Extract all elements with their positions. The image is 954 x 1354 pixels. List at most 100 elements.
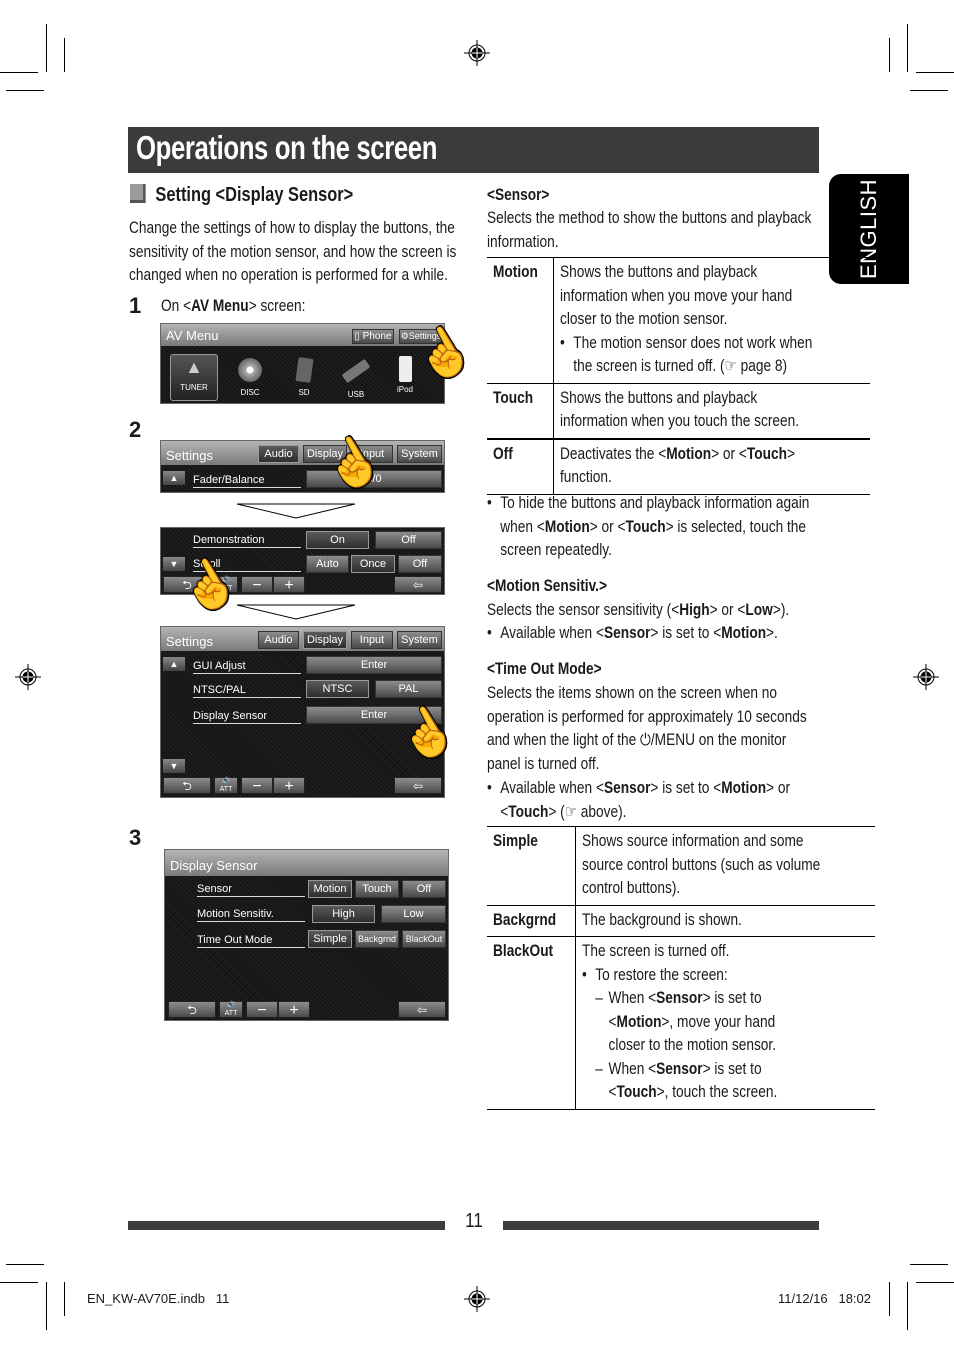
bullet-note: • The motion sensor does not work when the… <box>560 332 812 379</box>
gui-adjust-enter-button[interactable]: Enter <box>306 656 442 674</box>
crop-mark <box>64 1282 65 1316</box>
text: Touch <box>625 517 666 536</box>
text: > or < <box>589 517 626 536</box>
text-line: <Motion>, move your hand <box>609 1011 778 1035</box>
step-number: 2 <box>129 417 142 442</box>
option-description: Shows the buttons and playback informati… <box>560 261 812 379</box>
pal-button[interactable]: PAL <box>375 680 442 698</box>
tab-system[interactable]: System <box>397 445 442 463</box>
screen-title: AV Menu <box>166 328 219 343</box>
source-disc[interactable]: DISC <box>225 354 275 399</box>
dash-note: – When <Sensor> is set to <Motion>, move… <box>582 987 777 1058</box>
scroll-up-button[interactable]: ▲ <box>163 471 185 485</box>
source-usb[interactable]: USB <box>331 354 381 399</box>
option-name: Off <box>493 444 513 463</box>
page-title: Operations on the screen <box>136 129 438 166</box>
back-button[interactable]: ⮌ <box>163 777 211 794</box>
sensor-heading: <Sensor> <box>487 186 550 204</box>
crop-mark <box>910 90 948 91</box>
down-arrow-icon <box>236 503 356 519</box>
footer-bar-left <box>128 1221 445 1230</box>
registration-mark-icon <box>913 664 939 690</box>
timeout-backgrnd-button[interactable]: Backgrnd <box>355 930 399 948</box>
text: Touch <box>746 444 788 463</box>
intro-line: sensitivity of the motion sensor, and ho… <box>129 242 457 261</box>
text-line: operation is performed for approximately… <box>487 707 807 726</box>
row-label: GUI Adjust <box>193 660 301 674</box>
screen-header: Display Sensor <box>165 850 448 876</box>
text: > or < <box>711 444 747 463</box>
source-label: DISC <box>240 388 260 397</box>
volume-up-button[interactable]: + <box>273 777 305 795</box>
text: > or <box>766 779 791 797</box>
demonstration-on-button[interactable]: On <box>306 531 369 549</box>
ntsc-button[interactable]: NTSC <box>306 680 369 698</box>
text: when < <box>500 517 545 536</box>
scroll-auto-button[interactable]: Auto <box>306 555 349 573</box>
text: When < <box>608 989 657 1007</box>
crop-mark <box>0 72 38 73</box>
exit-button[interactable]: ⇦ <box>394 576 442 593</box>
motion-sensitiv-description: Selects the sensor sensitivity (<High> o… <box>487 599 819 623</box>
scroll-down-button[interactable]: ▼ <box>163 557 185 571</box>
sensitivity-low-button[interactable]: Low <box>381 905 446 923</box>
source-label: SD <box>298 388 310 397</box>
volume-down-button[interactable]: − <box>241 777 273 795</box>
tab-display[interactable]: Display <box>303 631 347 649</box>
text-line: closer to the motion sensor. <box>608 1036 777 1054</box>
sensitivity-high-button[interactable]: High <box>312 905 375 923</box>
table-row: Backgrnd The background is shown. <box>487 905 876 937</box>
option-description: Deactivates the <Motion> or <Touch> func… <box>560 443 795 490</box>
text: > is set to < <box>650 779 722 797</box>
source-sd[interactable]: SD <box>279 354 329 399</box>
text-line: closer to the motion sensor. <box>560 310 728 328</box>
crop-mark <box>46 1282 47 1330</box>
tab-audio[interactable]: Audio <box>258 631 299 649</box>
phone-button[interactable]: ▯ Phone <box>352 329 394 344</box>
scroll-once-button[interactable]: Once <box>351 555 395 573</box>
text: > is set to <box>702 989 762 1007</box>
scroll-up-button[interactable]: ▲ <box>163 657 185 671</box>
text: Touch <box>616 1083 657 1101</box>
volume-up-button[interactable]: + <box>278 1001 310 1019</box>
sensor-motion-button[interactable]: Motion <box>308 880 352 898</box>
settings-audio-screen: Settings Audio Display Input System ▲ Fa… <box>160 440 445 493</box>
source-tuner[interactable]: ▲ TUNER <box>170 354 218 401</box>
back-button[interactable]: ⮌ <box>168 1001 216 1018</box>
sensor-off-button[interactable]: Off <box>402 880 446 898</box>
scroll-down-button[interactable]: ▼ <box>163 759 185 773</box>
att-button[interactable]: 🔊 ATT <box>219 1001 243 1018</box>
text: > is set to <box>702 1059 762 1078</box>
tab-input[interactable]: Input <box>351 631 393 649</box>
text-line: Shows source information and some <box>582 832 804 850</box>
att-button[interactable]: 🔊 ATT <box>214 777 238 794</box>
timeout-blackout-button[interactable]: BlackOut <box>402 930 446 948</box>
tab-system[interactable]: System <box>397 631 442 649</box>
settings-display-screen: Settings Audio Display Input System ▲ GU… <box>160 626 445 798</box>
exit-button[interactable]: ⇦ <box>394 777 442 794</box>
text-line: panel is turned off. <box>487 754 600 773</box>
registration-mark-icon <box>464 40 490 66</box>
ipod-icon <box>398 356 412 382</box>
source-label: USB <box>347 390 365 399</box>
sensor-description: Selects the method to show the buttons a… <box>487 207 819 254</box>
table-row: Touch Shows the buttons and playback inf… <box>487 383 871 439</box>
text-line: when <Motion> or <Touch> is selected, to… <box>500 516 819 540</box>
scroll-off-button[interactable]: Off <box>398 555 442 573</box>
time-out-mode-note: • Available when <Sensor> is set to <Mot… <box>487 777 819 824</box>
demonstration-off-button[interactable]: Off <box>375 531 442 549</box>
exit-button[interactable]: ⇦ <box>398 1001 446 1018</box>
timeout-simple-button[interactable]: Simple <box>308 930 352 948</box>
step-number: 3 <box>129 825 142 850</box>
crop-mark <box>910 1264 948 1265</box>
row-label: Demonstration <box>193 534 301 548</box>
volume-down-button[interactable]: − <box>246 1001 278 1019</box>
volume-up-button[interactable]: + <box>273 576 305 594</box>
text-line: <Touch> (☞ above). <box>500 801 819 825</box>
volume-down-button[interactable]: − <box>241 576 273 594</box>
att-label: ATT <box>219 786 233 793</box>
text-line: Shows the buttons and playback <box>560 388 758 407</box>
sensor-touch-button[interactable]: Touch <box>355 880 399 898</box>
text: < <box>500 802 509 821</box>
tab-audio[interactable]: Audio <box>258 445 299 463</box>
